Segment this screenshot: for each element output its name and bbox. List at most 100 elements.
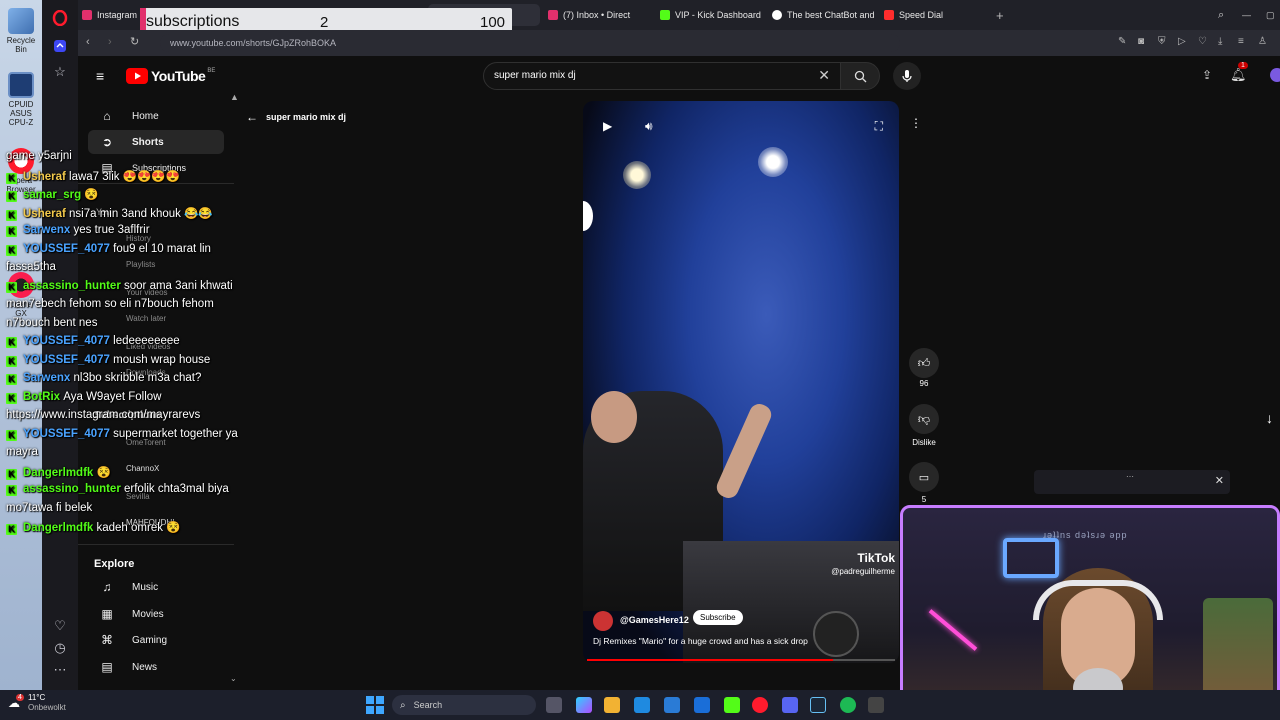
close-icon[interactable]: ✕ <box>1215 474 1224 487</box>
comments-button[interactable]: ▭ <box>909 462 939 492</box>
outlook-icon[interactable] <box>694 697 710 713</box>
chat-username[interactable]: YOUSSEF_4077 <box>23 335 110 347</box>
tab-inbox[interactable]: (7) Inbox • Direct <box>548 4 652 26</box>
tab-instagram[interactable]: Instagram <box>82 4 142 26</box>
copilot-icon[interactable] <box>576 697 592 713</box>
next-short-icon[interactable]: ↓ <box>1266 410 1273 426</box>
comment-count: 5 <box>921 495 927 504</box>
subscribe-button[interactable]: Subscribe <box>693 610 743 625</box>
clear-search-icon[interactable]: ✕ <box>818 67 830 84</box>
webcam-feed: ɹǝʇʇns dǝʇsɹǝ ǝpp <box>900 505 1280 717</box>
sidebar-item-news[interactable]: ▤ News <box>96 655 228 679</box>
opera-menu-icon[interactable] <box>50 8 70 28</box>
search-input[interactable]: super mario mix dj ✕ <box>483 62 841 90</box>
search-button[interactable] <box>840 62 880 90</box>
shorts-video-player[interactable]: ▶ 🔊︎ ⛶ TikTok @padreguilherme @GamesHere… <box>583 101 899 663</box>
drag-handle-icon[interactable]: ⋯ <box>1126 472 1134 481</box>
heart-icon[interactable]: ♡ <box>1198 36 1207 47</box>
file-explorer-icon[interactable] <box>604 697 620 713</box>
profile-icon[interactable]: ♙ <box>1258 36 1267 47</box>
start-button[interactable] <box>366 696 384 714</box>
download-icon[interactable]: ⤓ <box>1218 36 1222 47</box>
voice-search-button[interactable] <box>893 62 921 90</box>
spotify-icon[interactable] <box>840 697 856 713</box>
new-tab-button[interactable]: + <box>996 4 1010 26</box>
task-view-icon[interactable] <box>546 697 562 713</box>
store-icon[interactable] <box>664 697 680 713</box>
dislike-button[interactable]: 👎︎ <box>909 404 939 434</box>
minimize-button[interactable]: — <box>1242 4 1254 26</box>
heart-icon[interactable]: ♡ <box>50 616 70 636</box>
chat-username[interactable]: Sarwenx <box>23 372 70 384</box>
kick-app-icon[interactable] <box>724 697 740 713</box>
menu-icon[interactable]: ≡ <box>1238 36 1244 47</box>
progress-track[interactable] <box>587 659 895 661</box>
chat-username[interactable]: Usheraf <box>23 208 66 220</box>
chat-username[interactable]: samar_srg <box>23 189 81 201</box>
edit-icon[interactable]: ✎ <box>1118 36 1126 47</box>
chat-text: mayra <box>6 446 38 458</box>
chat-username[interactable]: assassino_hunter <box>23 483 121 495</box>
sidebar-item-music[interactable]: ♫ Music <box>96 575 228 599</box>
tab-chatbot[interactable]: The best ChatBot and Wi <box>772 4 876 26</box>
youtube-logo[interactable]: YouTube BE <box>126 68 215 84</box>
history-icon[interactable]: ◷ <box>50 638 70 658</box>
upload-icon[interactable]: ⇪ <box>1202 68 1212 82</box>
tab-speed-dial[interactable]: Speed Dial <box>884 4 984 26</box>
back-to-search[interactable]: ← super mario mix dj <box>246 110 346 124</box>
chat-username[interactable]: YOUSSEF_4077 <box>23 428 110 440</box>
shield-icon[interactable]: ⛨ <box>1158 36 1166 47</box>
fullscreen-icon[interactable]: ⛶ <box>875 119 883 134</box>
chat-message: https://www.instagram.com/mayrarevs <box>6 409 200 421</box>
sidebar-item-movies[interactable]: ▦ Movies <box>96 602 228 626</box>
chat-username[interactable]: Sarwenx <box>23 224 70 236</box>
more-icon[interactable]: ⋯ <box>50 660 70 680</box>
avatar[interactable] <box>1270 68 1280 82</box>
youtube-play-icon <box>126 68 148 84</box>
volume-icon[interactable]: 🔊︎ <box>645 119 653 134</box>
reload-icon[interactable]: ↻ <box>130 35 139 48</box>
back-icon[interactable]: ‹ <box>86 36 90 48</box>
camera-icon[interactable]: ◙ <box>1138 36 1144 47</box>
maximize-button[interactable]: ▢ <box>1266 4 1278 26</box>
opera-taskbar-icon[interactable] <box>752 697 768 713</box>
chat-username[interactable]: YOUSSEF_4077 <box>23 243 110 255</box>
cpuz-shortcut[interactable]: CPUID ASUS CPU-Z <box>4 72 38 127</box>
weather-condition: Onbewolkt <box>28 703 66 712</box>
play-icon[interactable]: ▶ <box>603 119 612 133</box>
chat-username[interactable]: assassino_hunter <box>23 280 121 292</box>
tab-kick-dashboard[interactable]: VIP - Kick Dashboard <box>660 4 764 26</box>
chat-username[interactable]: Dangerlmdfk <box>23 522 93 534</box>
more-options-icon[interactable]: ⋮ <box>910 116 922 130</box>
player-icon[interactable]: ▷ <box>1178 36 1186 47</box>
channel-avatar[interactable] <box>593 611 613 631</box>
neon-sign <box>1003 538 1059 578</box>
like-button[interactable]: 👍︎ <box>909 348 939 378</box>
search-tabs-icon[interactable]: ⌕ <box>1218 4 1230 26</box>
forward-icon[interactable]: › <box>108 36 112 48</box>
chat-text: lawa7 3lik 😍😍😍😍 <box>69 170 180 183</box>
steam-icon[interactable] <box>810 697 826 713</box>
chat-username[interactable]: Dangerlmdfk <box>23 467 93 479</box>
app-icon[interactable] <box>868 697 884 713</box>
hamburger-menu-icon[interactable]: ≡ <box>96 68 104 84</box>
notifications-button[interactable]: 🔔︎ 1 <box>1230 62 1248 84</box>
taskbar-search[interactable]: ⌕ Search <box>392 695 536 715</box>
sidebar-item-gaming[interactable]: ⌘ Gaming <box>96 628 228 652</box>
channel-name[interactable]: @GamesHere12 <box>620 615 689 625</box>
discord-icon[interactable] <box>782 697 798 713</box>
edge-icon[interactable] <box>634 697 650 713</box>
home-icon[interactable] <box>50 36 70 56</box>
kick-badge-icon: K <box>6 172 17 184</box>
stage-light <box>758 147 788 177</box>
scroll-down-icon[interactable]: ⌄ <box>230 674 237 683</box>
chat-username[interactable]: YOUSSEF_4077 <box>23 354 110 366</box>
bookmarks-icon[interactable]: ☆ <box>50 62 70 82</box>
sidebar-item-home[interactable]: ⌂ Home <box>96 104 228 128</box>
weather-widget[interactable]: ☁ 4 11°C Onbewolkt <box>8 693 66 713</box>
recycle-bin-shortcut[interactable]: Recycle Bin <box>4 8 38 54</box>
url-field[interactable]: www.youtube.com/shorts/GJpZRohBOKA <box>160 34 900 52</box>
scroll-up-icon[interactable]: ▲ <box>230 92 239 102</box>
chat-username[interactable]: Usheraf <box>23 171 66 183</box>
chat-username[interactable]: BotRix <box>23 391 60 403</box>
